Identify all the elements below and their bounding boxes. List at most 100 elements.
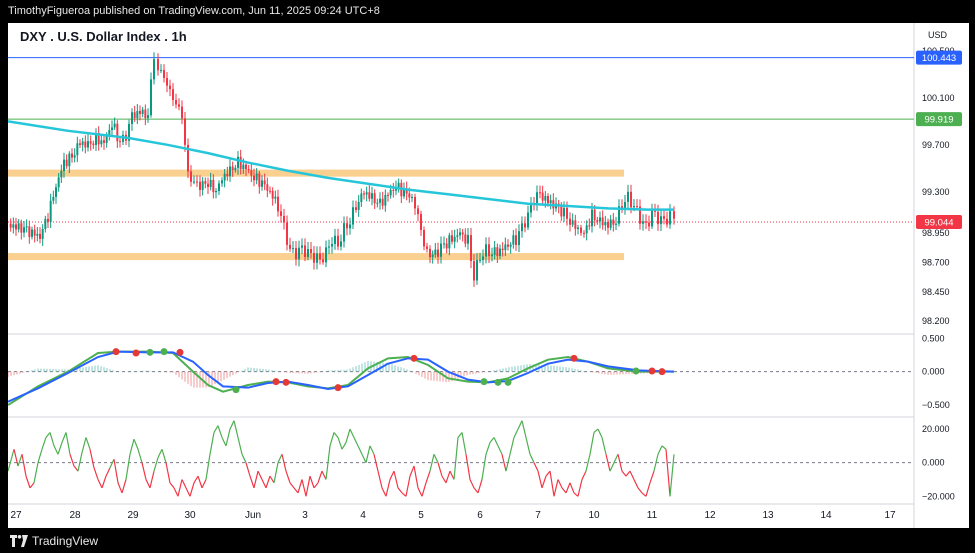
candle-body — [84, 141, 87, 148]
momentum-segment — [117, 482, 123, 494]
time-tick-label: Jun — [245, 510, 261, 521]
momentum-segment — [269, 475, 275, 484]
candle-body — [131, 112, 133, 124]
candle-body — [660, 216, 662, 225]
price-tick-label: 98.450 — [922, 287, 950, 297]
momentum-segment — [665, 449, 671, 497]
time-tick-label: 12 — [704, 510, 716, 521]
candle-body — [493, 247, 496, 255]
candle-body — [666, 218, 668, 225]
time-tick-label: 13 — [762, 510, 774, 521]
candle-body — [160, 70, 162, 72]
price-tick-label: 98.950 — [922, 228, 950, 238]
momentum-segment — [353, 437, 359, 447]
candle-body — [630, 191, 632, 208]
candle-body — [657, 211, 659, 225]
candle-body — [566, 207, 568, 219]
momentum-segment — [129, 439, 135, 455]
momentum-segment — [349, 428, 355, 438]
candle-body — [71, 153, 73, 158]
candle-layer — [9, 52, 675, 287]
momentum-segment — [389, 470, 395, 480]
momentum-segment — [121, 479, 127, 494]
candle-body — [178, 104, 180, 107]
candle-body — [17, 223, 20, 230]
candle-body — [31, 229, 33, 237]
footer: TradingView — [0, 528, 975, 553]
momentum-segment — [549, 470, 555, 497]
candle-body — [247, 169, 250, 171]
candle-body — [271, 190, 274, 199]
osc-signal-dot — [480, 378, 488, 386]
candle-body — [136, 111, 139, 119]
candle-body — [175, 99, 177, 105]
candle-body — [269, 190, 271, 192]
candle-body — [355, 207, 357, 210]
momentum-segment — [33, 462, 39, 483]
candle-body — [591, 209, 593, 227]
candle-body — [459, 232, 461, 236]
momentum-segment — [465, 454, 471, 480]
momentum-segment — [89, 449, 95, 468]
candle-body — [437, 249, 439, 257]
momentum-segment — [49, 432, 55, 447]
price-tick-label: 98.700 — [922, 257, 950, 267]
chart-title: DXY . U.S. Dollar Index . 1h — [20, 29, 187, 44]
candle-body — [464, 234, 467, 244]
candle-body — [196, 181, 198, 183]
candle-body — [79, 143, 81, 145]
candle-body — [448, 235, 451, 249]
momentum-segment — [217, 425, 223, 438]
momentum-segment — [649, 470, 655, 484]
momentum-segment — [393, 470, 399, 489]
momentum-segment — [105, 467, 111, 477]
chart-area[interactable]: 10 0.500 100.100 99.700 99.300 98.950 98.700 98… — [7, 23, 969, 528]
momentum-segment — [573, 492, 579, 497]
momentum-segment — [345, 428, 351, 443]
candle-body — [63, 159, 65, 172]
momentum-segment — [213, 425, 219, 433]
candle-body — [485, 244, 487, 257]
momentum-segment — [453, 437, 459, 480]
time-tick-label: 5 — [418, 510, 424, 521]
candle-body — [527, 212, 529, 228]
momentum-segment — [633, 479, 639, 489]
candle-body — [163, 70, 165, 78]
candle-body — [536, 192, 538, 204]
candle-body — [316, 253, 318, 263]
candle-body — [263, 180, 266, 185]
candle-body — [295, 248, 297, 260]
momentum-segment — [21, 454, 27, 477]
candle-body — [507, 244, 509, 247]
candle-body — [501, 248, 504, 251]
momentum-segment — [241, 454, 247, 463]
momentum-segment — [441, 475, 447, 484]
momentum-segment — [493, 437, 499, 447]
candle-body — [373, 193, 376, 204]
time-tick-label: 4 — [360, 510, 366, 521]
chart-svg[interactable]: 10 0.500 100.100 99.700 99.300 98.950 98.700 98… — [7, 23, 969, 528]
momentum-segment — [245, 462, 251, 477]
candle-body — [488, 244, 490, 257]
momentum-segment — [137, 449, 143, 463]
momentum-segment — [7, 449, 15, 472]
grid-layer — [8, 23, 915, 528]
time-tick-label: 11 — [647, 510, 658, 521]
momentum-segment — [293, 487, 299, 494]
momentum-segment — [65, 432, 71, 455]
time-tick-label: 29 — [127, 510, 139, 521]
candle-body — [585, 225, 588, 234]
candle-body — [172, 89, 174, 100]
candle-body — [663, 216, 665, 219]
momentum-segment — [661, 445, 667, 450]
candle-body — [139, 111, 141, 115]
momentum-segment — [361, 454, 367, 463]
momentum-segment — [437, 462, 443, 477]
candle-body — [434, 249, 437, 255]
momentum-segment — [193, 475, 199, 484]
candle-body — [36, 233, 39, 236]
candle-body — [141, 109, 144, 115]
osc-signal-dot — [160, 348, 168, 356]
candle-body — [648, 222, 650, 227]
momentum-segment — [565, 482, 571, 494]
